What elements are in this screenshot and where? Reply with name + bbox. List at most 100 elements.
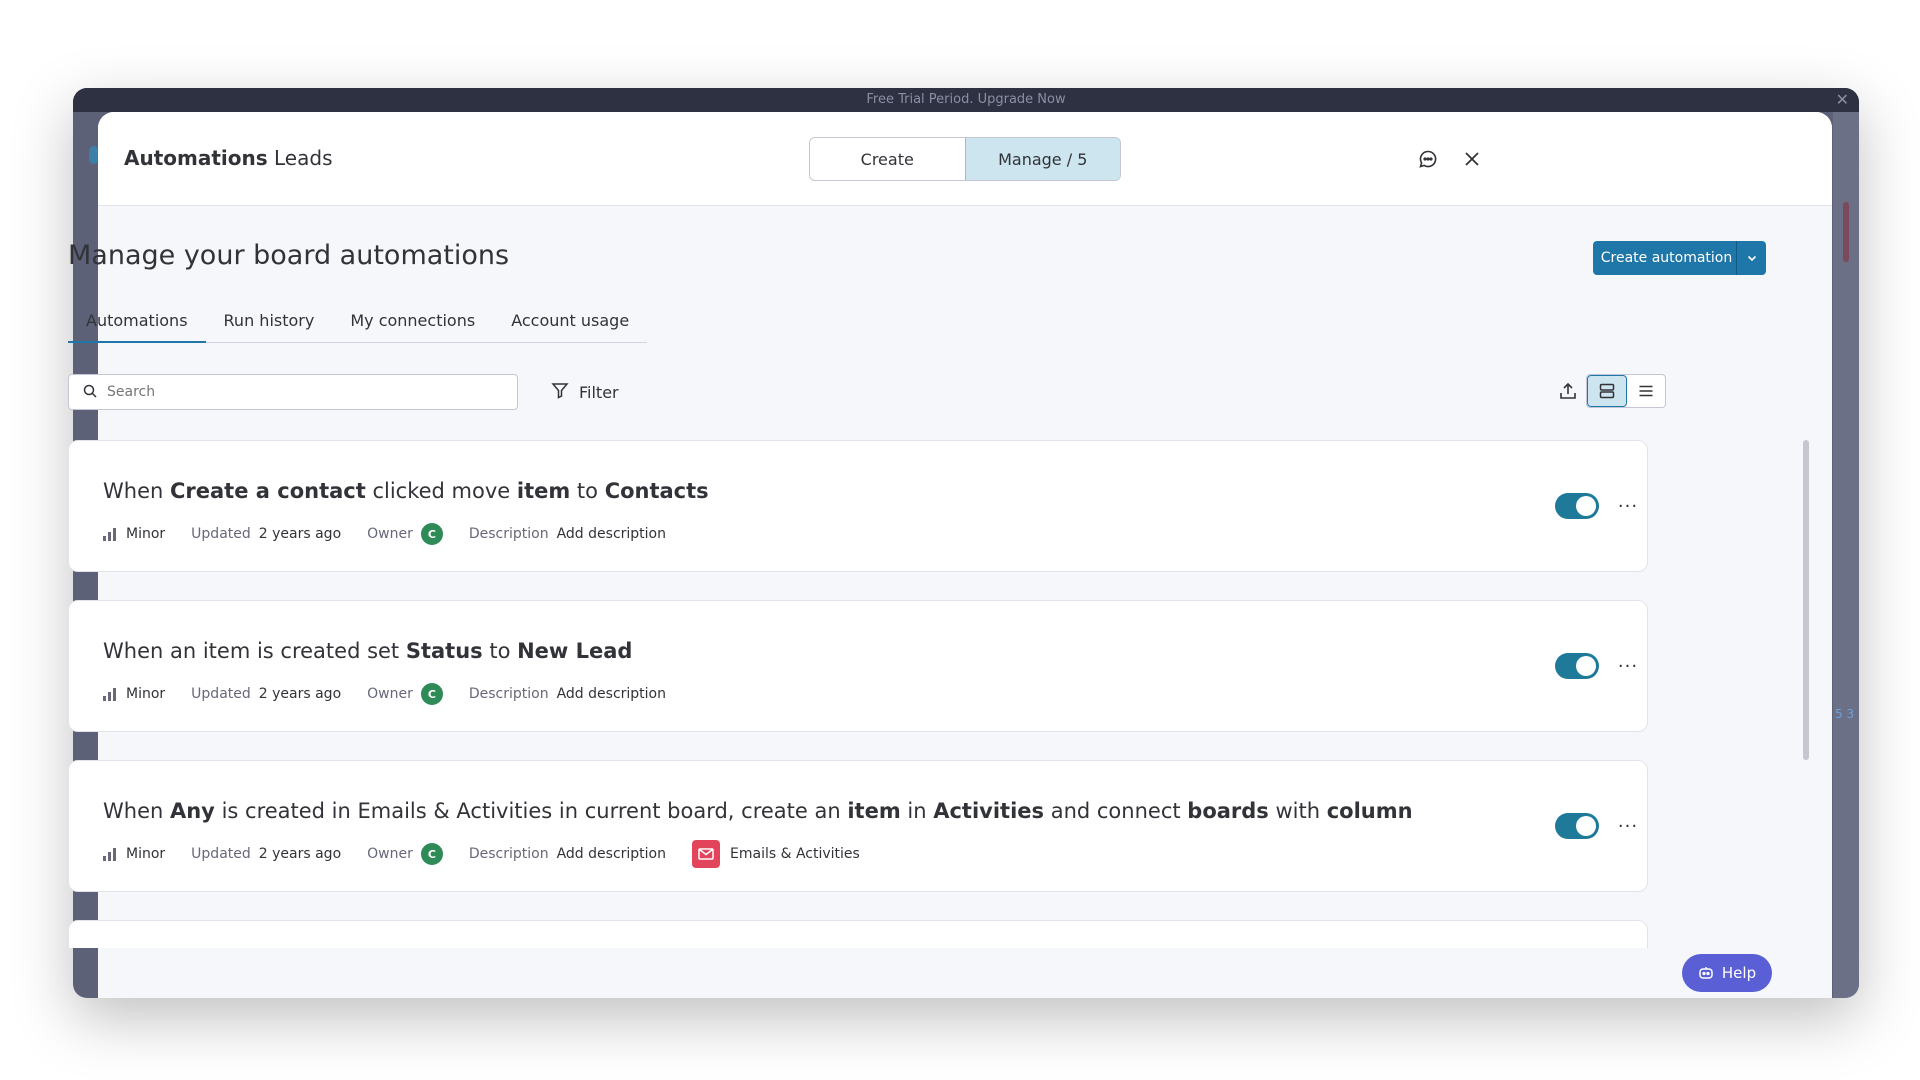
trial-banner-text[interactable]: Free Trial Period. Upgrade Now [866,92,1065,107]
toggle-knob [1576,656,1596,676]
view-toggle [1586,374,1666,408]
automation-title-part: New Lead [517,639,633,663]
more-options-icon[interactable]: ··· [1613,491,1643,521]
owner-label: Owner [367,846,413,862]
impact: Minor [103,526,165,542]
owner: Owner C [367,683,443,705]
automation-title-part: to [482,639,518,663]
avatar[interactable]: C [420,523,443,545]
tab-run-history[interactable]: Run history [206,305,333,342]
scrollbar-thumb[interactable] [1803,440,1809,760]
more-options-icon[interactable]: ··· [1613,651,1643,681]
avatar[interactable]: C [420,683,443,705]
modal-title: Automations Leads [124,146,332,170]
automation-title-part: clicked move [365,479,517,503]
search-input[interactable] [107,384,487,400]
automation-meta: Minor Updated 2 years ago Owner C Description… [103,521,692,547]
tab-my-connections[interactable]: My connections [332,305,493,342]
automation-title-part: Create a contact [169,479,366,503]
help-icon [1699,967,1713,979]
description: Description Add description [469,526,666,542]
email-icon [692,840,720,868]
close-icon[interactable]: ✕ [1836,88,1849,112]
impact-bars-icon [103,687,116,701]
owner: Owner C [367,843,443,865]
automations-tabs: Automations Run history My connections A… [68,305,648,343]
impact-bars-icon [103,847,116,861]
automation-title-part: item [516,479,571,503]
board-name[interactable]: Emails & Activities [730,846,860,862]
scrollbar[interactable] [1800,440,1812,940]
page-title: Manage your board automations [68,240,510,271]
toggle-knob [1576,816,1596,836]
feedback-icon[interactable] [1416,147,1440,171]
automation-title-part: Status [405,639,483,663]
filter-button[interactable]: Filter [551,378,619,406]
filter-label[interactable]: Filter [579,383,619,402]
manage-tab-button[interactable]: Manage / 5 [964,138,1120,180]
automation-meta: Minor Updated 2 years ago Owner C Description… [103,840,860,868]
impact: Minor [103,846,165,862]
updated-label: Updated [191,526,251,542]
avatar[interactable]: C [420,843,443,865]
automation-card[interactable] [68,920,1648,948]
modal-header: Automations Leads Create Manage / 5 [98,112,1832,206]
updated-value: 2 years ago [258,686,342,702]
trial-banner[interactable]: Free Trial Period. Upgrade Now ✕ [73,88,1859,112]
help-button[interactable]: Help [1682,954,1772,992]
automation-title-part: is created in Emails & Activities in cur… [214,799,848,823]
automation-title[interactable]: When an item is created set Status to Ne… [103,639,632,663]
chevron-down-icon[interactable] [1736,241,1766,275]
automation-title-part: Contacts [604,479,709,503]
add-description-link[interactable]: Add description [557,686,666,702]
automation-toggle[interactable] [1555,653,1599,679]
description-label: Description [468,686,549,702]
modal-title-bold: Automations [124,146,268,170]
help-label[interactable]: Help [1722,964,1756,982]
impact: Minor [103,686,165,702]
owner-label: Owner [367,686,413,702]
background-scroll-indicator [1843,202,1849,262]
updated: Updated 2 years ago [191,846,341,862]
automation-title[interactable]: When Create a contact clicked move item … [103,479,709,503]
description-label: Description [468,846,549,862]
automation-toggle[interactable] [1555,493,1599,519]
updated-label: Updated [191,846,251,862]
description-label: Description [468,526,549,542]
tab-automations[interactable]: Automations [68,305,206,343]
automation-title-part: When [103,479,170,503]
automation-title-part: boards [1187,799,1269,823]
export-button[interactable] [1552,374,1584,408]
board-chip[interactable]: Emails & Activities [692,840,860,868]
mode-segmented-control: Create Manage / 5 [809,137,1121,181]
automation-card[interactable]: When Create a contact clicked move item … [68,440,1648,572]
close-icon[interactable] [1460,147,1484,171]
updated: Updated 2 years ago [191,686,341,702]
more-options-icon[interactable]: ··· [1613,811,1643,841]
automation-title[interactable]: When Any is created in Emails & Activiti… [103,799,1413,823]
export-icon [1560,382,1576,399]
list-view-button[interactable] [1627,375,1665,407]
tab-account-usage[interactable]: Account usage [493,305,647,342]
automation-toggle[interactable] [1555,813,1599,839]
create-automation-label[interactable]: Create automation [1593,250,1736,266]
create-tab-button[interactable]: Create [810,138,965,180]
automation-title-part: to [570,479,605,503]
background-board-edge: 5 3 [1833,112,1859,998]
automation-title-part: Any [169,799,215,823]
add-description-link[interactable]: Add description [557,846,666,862]
automation-card[interactable]: When Any is created in Emails & Activiti… [68,760,1648,892]
automation-meta: Minor Updated 2 years ago Owner C Description… [103,681,692,707]
background-text: 5 3 [1835,707,1855,721]
automation-card[interactable]: When an item is created set Status to Ne… [68,600,1648,732]
search-box[interactable] [68,374,518,410]
automation-title-part: item [847,799,901,823]
updated-value: 2 years ago [258,846,342,862]
automation-title-part: with [1268,799,1327,823]
updated-value: 2 years ago [258,526,342,542]
automation-title-part: column [1326,799,1413,823]
create-automation-button[interactable]: Create automation [1593,241,1766,275]
add-description-link[interactable]: Add description [557,526,666,542]
card-view-button[interactable] [1587,375,1627,407]
automation-title-part: Activities [933,799,1045,823]
